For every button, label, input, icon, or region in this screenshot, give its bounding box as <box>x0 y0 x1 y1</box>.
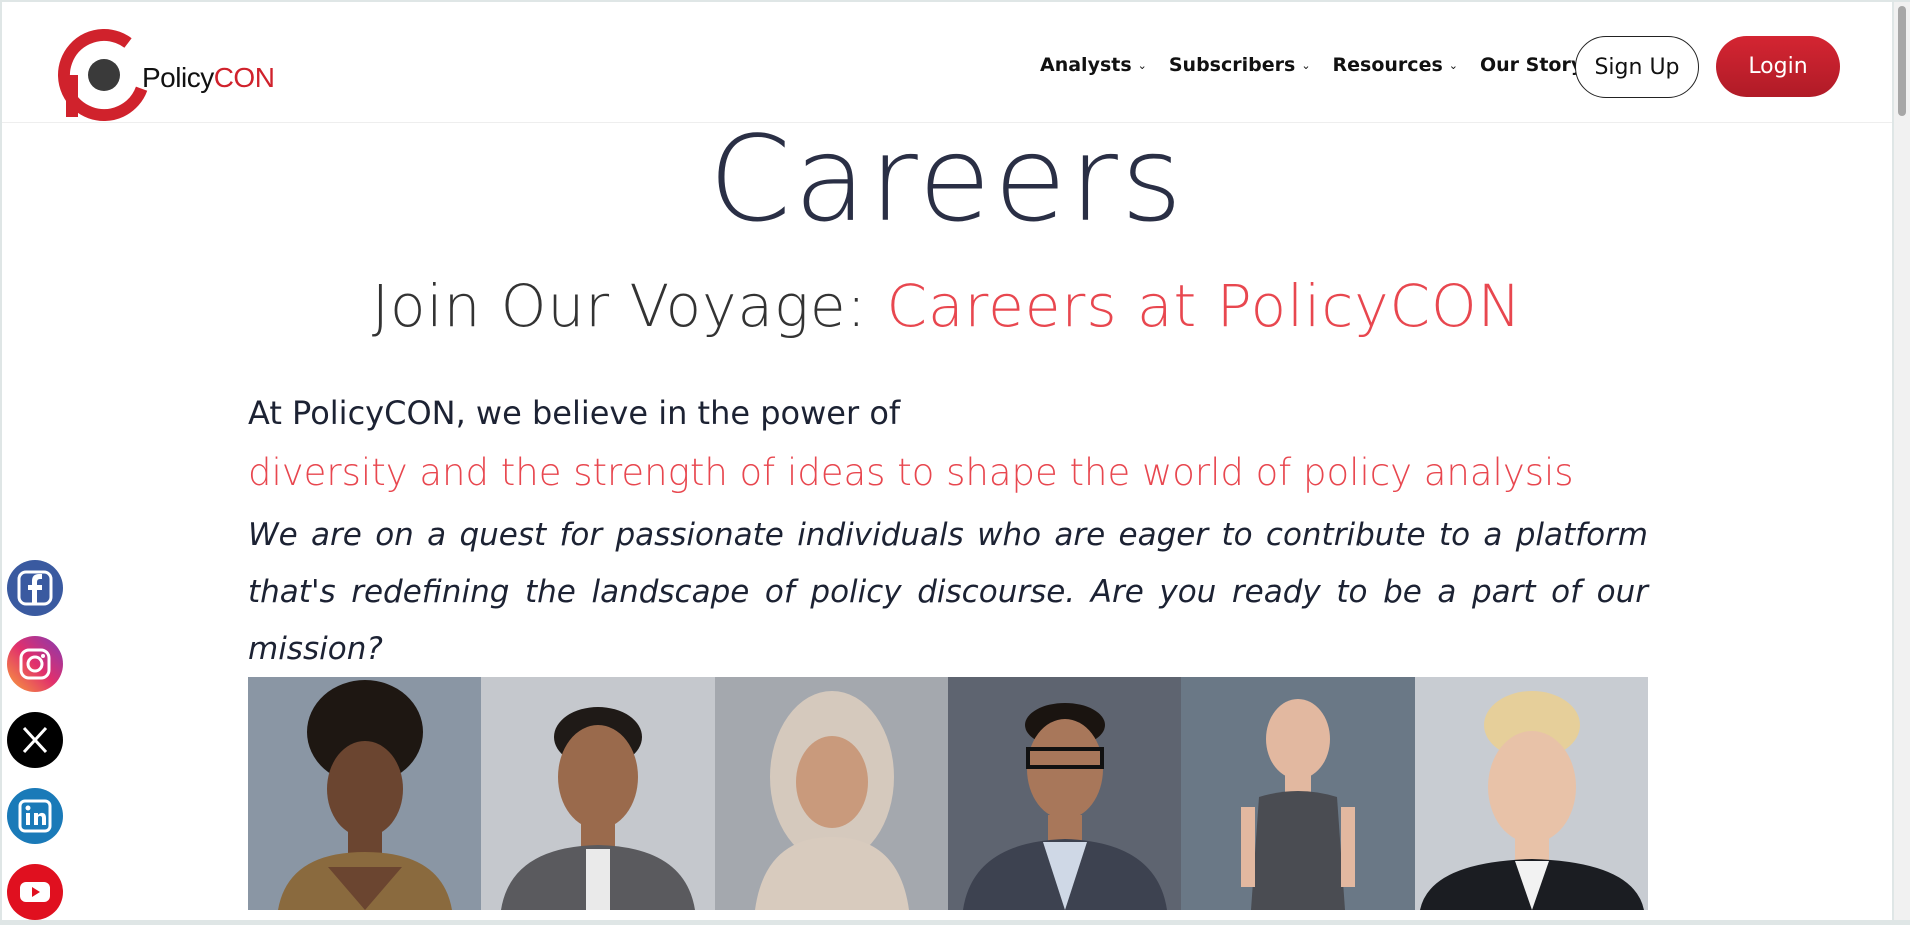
intro-text: At PolicyCON, we believe in the power of <box>248 394 901 432</box>
portrait-image <box>947 677 1182 910</box>
login-button[interactable]: Login <box>1716 36 1840 97</box>
social-sidebar <box>7 560 63 920</box>
nav-item-analysts[interactable]: Analysts ⌄ <box>1040 54 1147 76</box>
page-title: Careers <box>708 110 1186 248</box>
portrait-image <box>714 677 948 910</box>
portrait-gallery <box>248 677 1648 910</box>
nav-item-resources[interactable]: Resources ⌄ <box>1333 54 1458 76</box>
portrait-image <box>248 677 482 910</box>
brand-logo-mark <box>58 29 150 121</box>
instagram-icon[interactable] <box>7 636 63 692</box>
portrait-image <box>481 677 715 910</box>
page-viewport: PolicyCON Analysts ⌄ Subscribers ⌄ Resourc… <box>2 2 1892 920</box>
chevron-down-icon: ⌄ <box>1137 58 1147 72</box>
mission-text: We are on a quest for passionate individ… <box>248 517 1648 667</box>
brand-logo[interactable]: PolicyCON <box>58 29 278 121</box>
vertical-scrollbar[interactable] <box>1894 2 1910 920</box>
site-header: PolicyCON Analysts ⌄ Subscribers ⌄ Resourc… <box>2 2 1892 123</box>
x-icon[interactable] <box>7 712 63 768</box>
scrollbar-thumb[interactable] <box>1898 6 1906 116</box>
signup-button[interactable]: Sign Up <box>1575 36 1699 98</box>
chevron-down-icon: ⌄ <box>1448 58 1458 72</box>
facebook-icon[interactable] <box>7 560 63 616</box>
page-subtitle: Join Our Voyage: Careers at PolicyCON <box>371 272 1523 340</box>
brand-name: PolicyCON <box>142 62 275 93</box>
linkedin-icon[interactable] <box>7 788 63 844</box>
highlight-text: diversity and the strength of ideas to s… <box>248 451 1574 494</box>
main-nav: Analysts ⌄ Subscribers ⌄ Resources ⌄ Our St… <box>1040 54 1620 76</box>
portrait-image <box>1181 677 1415 910</box>
portrait-image <box>1414 677 1648 910</box>
nav-item-subscribers[interactable]: Subscribers ⌄ <box>1169 54 1311 76</box>
chevron-down-icon: ⌄ <box>1301 58 1311 72</box>
youtube-icon[interactable] <box>7 864 63 920</box>
